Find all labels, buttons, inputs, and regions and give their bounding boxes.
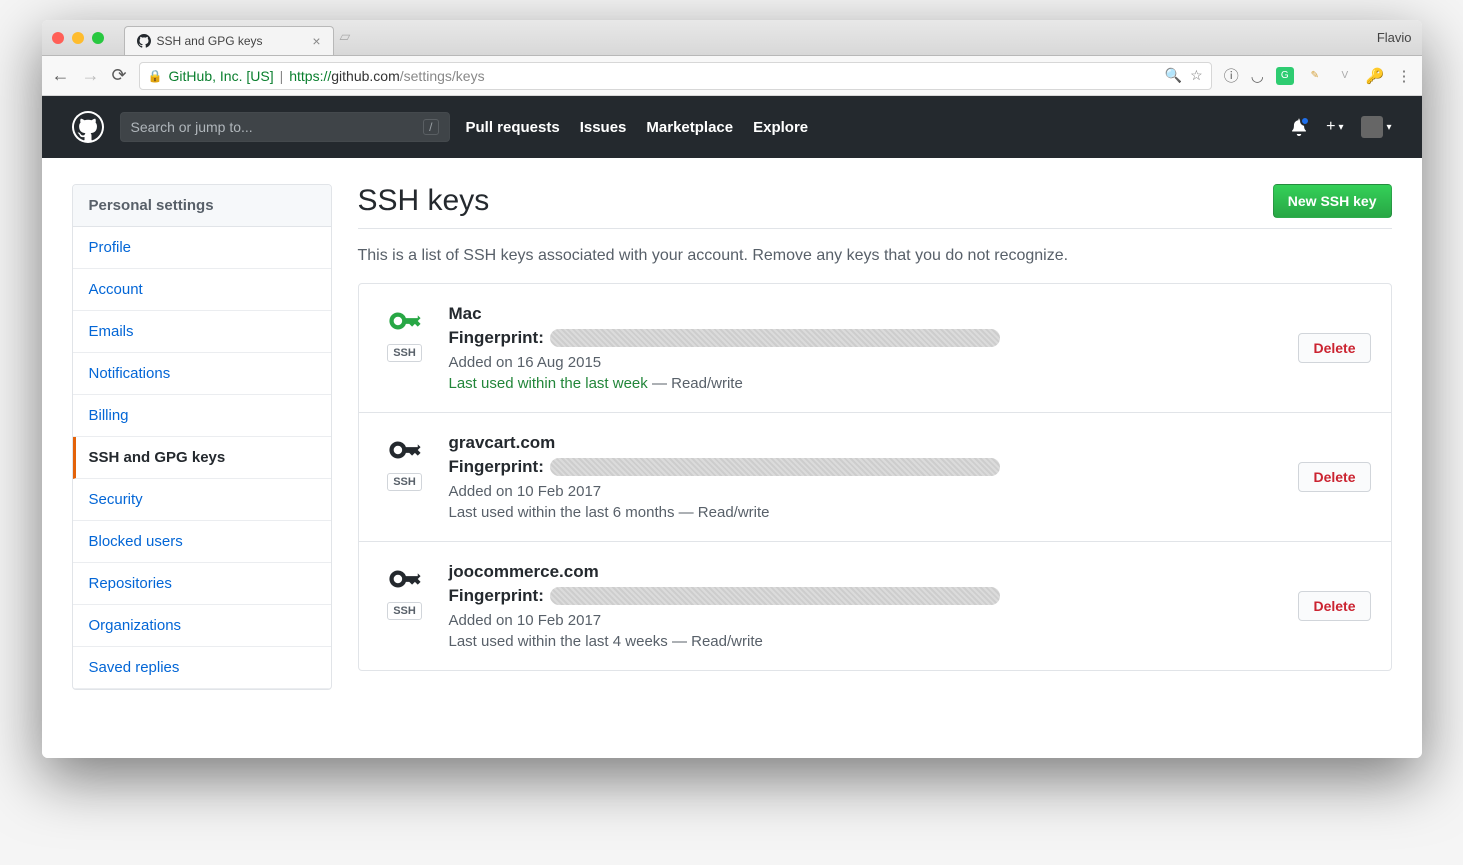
back-button[interactable]: ← xyxy=(52,65,70,86)
delete-key-button[interactable]: Delete xyxy=(1298,462,1370,492)
ssh-badge: SSH xyxy=(387,473,422,491)
browser-tab[interactable]: SSH and GPG keys × xyxy=(124,26,334,55)
url-path: /settings/keys xyxy=(400,68,485,84)
caret-down-icon: ▾ xyxy=(1386,122,1391,133)
extension-icons: ⓘ ◡ G ✎ V 🔑 ⋮ xyxy=(1224,65,1412,86)
nav-link-issues[interactable]: Issues xyxy=(580,119,627,136)
lock-icon: 🔒 xyxy=(148,69,163,83)
fingerprint-value-redacted xyxy=(550,329,1000,347)
key-last-used: Last used within the last 4 weeks — Read… xyxy=(449,633,1281,650)
key-name: joocommerce.com xyxy=(449,562,1281,582)
delete-key-button[interactable]: Delete xyxy=(1298,333,1370,363)
nav-link-pull-requests[interactable]: Pull requests xyxy=(466,119,560,136)
window-titlebar: SSH and GPG keys × ▱ Flavio xyxy=(42,20,1422,56)
create-new-menu[interactable]: +▾ xyxy=(1326,118,1343,136)
zoom-window-button[interactable] xyxy=(92,32,104,44)
github-favicon-icon xyxy=(137,34,151,48)
vue-extension-icon[interactable]: V xyxy=(1336,67,1354,85)
github-search-input[interactable]: Search or jump to... / xyxy=(120,112,450,142)
fingerprint-value-redacted xyxy=(550,458,1000,476)
key-last-used: Last used within the last 6 months — Rea… xyxy=(449,504,1281,521)
key-added-date: Added on 10 Feb 2017 xyxy=(449,483,1281,500)
ssh-key-row: SSH joocommerce.com Fingerprint: Added o… xyxy=(359,542,1391,670)
new-ssh-key-button[interactable]: New SSH key xyxy=(1273,184,1392,218)
browser-toolbar: ← → ⟳ 🔒 GitHub, Inc. [US] | https://gith… xyxy=(42,56,1422,96)
url-host: github.com xyxy=(331,68,399,84)
page-title: SSH keys xyxy=(358,184,490,218)
ssh-key-row: SSH gravcart.com Fingerprint: Added on 1… xyxy=(359,413,1391,542)
tab-title: SSH and GPG keys xyxy=(157,34,263,48)
nav-link-explore[interactable]: Explore xyxy=(753,119,808,136)
fingerprint-value-redacted xyxy=(550,587,1000,605)
sidebar-item-saved-replies[interactable]: Saved replies xyxy=(73,647,331,689)
settings-sidebar: Personal settings ProfileAccountEmailsNo… xyxy=(72,184,332,690)
notification-dot-icon xyxy=(1300,116,1310,126)
delete-key-button[interactable]: Delete xyxy=(1298,591,1370,621)
nav-link-marketplace[interactable]: Marketplace xyxy=(646,119,733,136)
reload-button[interactable]: ⟳ xyxy=(112,65,127,86)
key-added-date: Added on 10 Feb 2017 xyxy=(449,612,1281,629)
key-last-used: Last used within the last week — Read/wr… xyxy=(449,375,1281,392)
grammarly-extension-icon[interactable]: G xyxy=(1276,67,1294,85)
forward-button[interactable]: → xyxy=(82,65,100,86)
key-icon xyxy=(388,562,422,596)
divider xyxy=(358,228,1392,229)
key-icon xyxy=(388,304,422,338)
key-icon xyxy=(388,433,422,467)
caret-down-icon: ▾ xyxy=(1338,122,1343,133)
bookmark-star-icon[interactable]: ☆ xyxy=(1190,67,1203,84)
css-extension-icon[interactable]: ✎ xyxy=(1306,67,1324,85)
sidebar-item-ssh-and-gpg-keys[interactable]: SSH and GPG keys xyxy=(73,437,331,479)
sidebar-item-notifications[interactable]: Notifications xyxy=(73,353,331,395)
page-content: Personal settings ProfileAccountEmailsNo… xyxy=(42,158,1422,758)
os-user-label: Flavio xyxy=(1377,30,1412,45)
key-added-date: Added on 16 Aug 2015 xyxy=(449,354,1281,371)
address-bar[interactable]: 🔒 GitHub, Inc. [US] | https://github.com… xyxy=(139,62,1212,90)
avatar-icon xyxy=(1361,116,1383,138)
close-window-button[interactable] xyxy=(52,32,64,44)
ssh-key-list: SSH Mac Fingerprint: Added on 16 Aug 201… xyxy=(358,283,1392,671)
sidebar-item-account[interactable]: Account xyxy=(73,269,331,311)
notifications-button[interactable] xyxy=(1290,118,1308,136)
sidebar-item-security[interactable]: Security xyxy=(73,479,331,521)
window-controls xyxy=(52,32,104,44)
onepassword-extension-icon[interactable]: 🔑 xyxy=(1366,67,1385,85)
sidebar-title: Personal settings xyxy=(73,185,331,227)
browser-window: SSH and GPG keys × ▱ Flavio ← → ⟳ 🔒 GitH… xyxy=(42,20,1422,758)
page-description: This is a list of SSH keys associated wi… xyxy=(358,247,1392,265)
zoom-icon[interactable]: 🔍 xyxy=(1165,67,1182,84)
user-menu[interactable]: ▾ xyxy=(1361,116,1391,138)
key-name: gravcart.com xyxy=(449,433,1281,453)
ssh-badge: SSH xyxy=(387,602,422,620)
main-panel: SSH keys New SSH key This is a list of S… xyxy=(358,184,1392,732)
key-name: Mac xyxy=(449,304,1281,324)
browser-menu-button[interactable]: ⋮ xyxy=(1397,67,1412,85)
tab-strip: SSH and GPG keys × ▱ xyxy=(124,20,351,55)
fingerprint-label: Fingerprint: xyxy=(449,457,544,477)
tab-close-button[interactable]: × xyxy=(312,33,320,49)
ssh-badge: SSH xyxy=(387,344,422,362)
sidebar-item-profile[interactable]: Profile xyxy=(73,227,331,269)
sidebar-item-billing[interactable]: Billing xyxy=(73,395,331,437)
url-protocol: https:// xyxy=(289,68,331,84)
fingerprint-label: Fingerprint: xyxy=(449,328,544,348)
search-placeholder: Search or jump to... xyxy=(131,119,253,135)
plus-icon: + xyxy=(1326,118,1335,136)
ssh-key-row: SSH Mac Fingerprint: Added on 16 Aug 201… xyxy=(359,284,1391,413)
info-icon[interactable]: ⓘ xyxy=(1224,65,1239,86)
pocket-icon[interactable]: ◡ xyxy=(1251,67,1264,85)
search-shortcut-badge: / xyxy=(423,119,438,135)
url-organization: GitHub, Inc. [US] xyxy=(169,68,274,84)
fingerprint-label: Fingerprint: xyxy=(449,586,544,606)
github-nav: Pull requests Issues Marketplace Explore xyxy=(466,119,809,136)
sidebar-item-blocked-users[interactable]: Blocked users xyxy=(73,521,331,563)
github-logo-icon[interactable] xyxy=(72,111,104,143)
minimize-window-button[interactable] xyxy=(72,32,84,44)
sidebar-item-repositories[interactable]: Repositories xyxy=(73,563,331,605)
sidebar-item-emails[interactable]: Emails xyxy=(73,311,331,353)
sidebar-item-organizations[interactable]: Organizations xyxy=(73,605,331,647)
github-header: Search or jump to... / Pull requests Issu… xyxy=(42,96,1422,158)
new-tab-button[interactable]: ▱ xyxy=(340,28,351,47)
